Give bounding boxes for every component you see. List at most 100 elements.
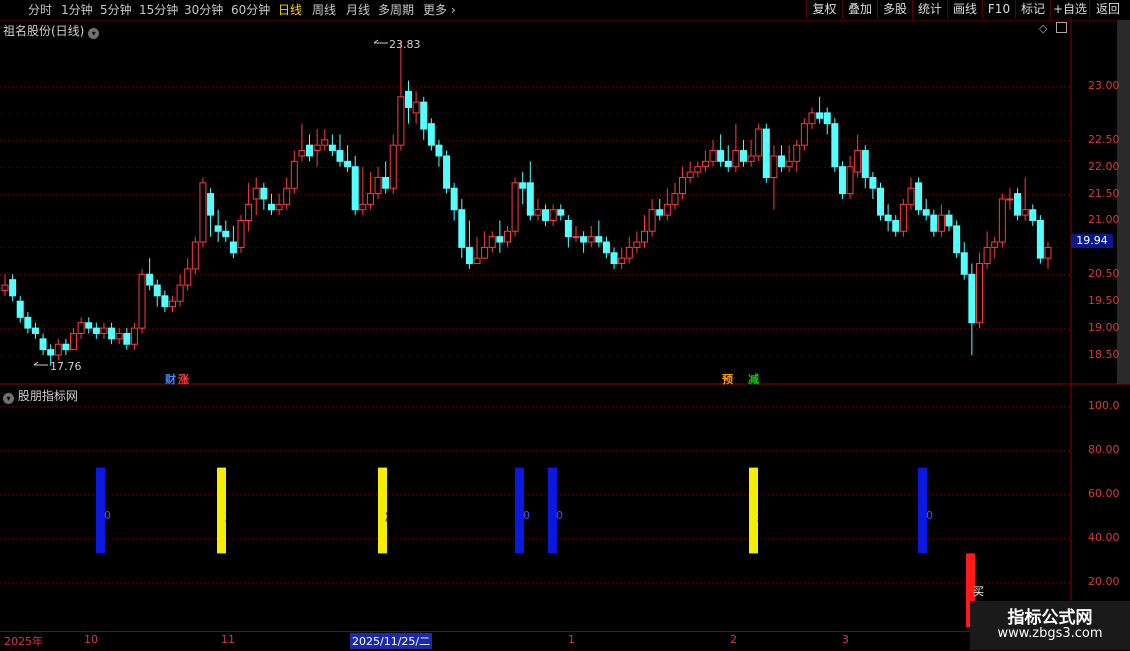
candle bbox=[1044, 242, 1052, 269]
candle bbox=[245, 182, 253, 232]
candle-body bbox=[983, 246, 991, 265]
indicator-panel-title[interactable]: ▾ 股朋指标网 bbox=[3, 387, 78, 404]
main-panel-title[interactable]: 祖名股份(日线) ▾ bbox=[3, 22, 100, 39]
candle bbox=[313, 129, 321, 167]
candle bbox=[252, 177, 260, 216]
candle-body bbox=[724, 160, 732, 168]
candle bbox=[1006, 188, 1014, 210]
candle bbox=[945, 209, 953, 232]
candle-body bbox=[671, 193, 679, 205]
candle-body bbox=[191, 241, 199, 270]
candle-body bbox=[679, 176, 687, 195]
chevron-down-icon[interactable]: ▾ bbox=[3, 393, 14, 404]
candle-body bbox=[336, 150, 344, 162]
candle bbox=[214, 209, 222, 243]
candle-body bbox=[930, 214, 938, 232]
candle-body bbox=[869, 176, 877, 189]
stock-title: 祖名股份(日线) bbox=[3, 24, 85, 38]
ind-bar-label: 减 bbox=[385, 511, 396, 524]
candle-body bbox=[717, 150, 725, 162]
high-annotation bbox=[373, 39, 388, 44]
candle bbox=[785, 145, 793, 173]
diamond-icon[interactable]: ◇ bbox=[1039, 22, 1047, 35]
candle-body bbox=[503, 230, 511, 243]
indicator-bars bbox=[96, 467, 975, 627]
candle bbox=[427, 118, 435, 151]
ind-y-tick-label: 100.0 bbox=[1088, 399, 1120, 412]
candle-body bbox=[937, 214, 945, 232]
candle-body bbox=[85, 322, 93, 329]
window-toggle-icon[interactable] bbox=[1056, 22, 1067, 33]
candle bbox=[24, 311, 32, 334]
cursor-date-label: 2025/11/25/二 bbox=[350, 633, 433, 649]
candle bbox=[85, 317, 93, 334]
candle-body bbox=[39, 338, 47, 351]
candle bbox=[686, 161, 694, 183]
candle bbox=[306, 134, 314, 162]
candle bbox=[991, 236, 999, 259]
candle-body bbox=[739, 150, 747, 162]
ind-bar-label: 0 bbox=[523, 509, 530, 522]
candle-body bbox=[800, 123, 808, 146]
candle bbox=[130, 322, 138, 350]
candle bbox=[648, 198, 656, 237]
candle-body bbox=[648, 209, 656, 232]
candle-body bbox=[47, 349, 55, 356]
date-year-label: 2025年 bbox=[4, 635, 43, 648]
candle-body bbox=[838, 166, 846, 195]
candle bbox=[290, 150, 298, 194]
candle-body bbox=[176, 284, 184, 302]
kline-chart[interactable] bbox=[0, 0, 1130, 631]
marker-finance[interactable]: 财 bbox=[165, 371, 176, 387]
candle-body bbox=[146, 273, 154, 286]
candle-body bbox=[884, 214, 892, 221]
candle bbox=[899, 198, 907, 237]
candle bbox=[366, 172, 374, 210]
candle bbox=[382, 161, 390, 194]
candle bbox=[70, 328, 78, 351]
high-price-label: 23.83 bbox=[389, 38, 421, 51]
indicator-title: 股朋指标网 bbox=[17, 389, 78, 403]
candle bbox=[930, 209, 938, 237]
candle-body bbox=[252, 187, 260, 200]
candle bbox=[816, 96, 824, 124]
chevron-down-icon[interactable]: ▾ bbox=[88, 28, 100, 39]
date-month-label: 11 bbox=[221, 633, 235, 646]
marker-forecast[interactable]: 预 bbox=[722, 371, 733, 387]
candle-body bbox=[785, 160, 793, 168]
candle bbox=[953, 220, 961, 259]
candle-body bbox=[915, 182, 923, 211]
candle bbox=[709, 139, 717, 167]
candle bbox=[800, 118, 808, 151]
date-month-label: 3 bbox=[842, 633, 849, 646]
candles bbox=[1, 41, 1052, 366]
y-tick-label: 21.50 bbox=[1088, 187, 1120, 200]
candle bbox=[275, 193, 283, 216]
candle-body bbox=[1006, 198, 1014, 201]
candle-body bbox=[481, 246, 489, 259]
candle bbox=[481, 231, 489, 259]
candle bbox=[846, 155, 854, 199]
candle bbox=[671, 182, 679, 210]
marker-reduce[interactable]: 减 bbox=[748, 371, 759, 387]
candle-body bbox=[572, 236, 580, 239]
candle bbox=[998, 193, 1006, 248]
candle-body bbox=[62, 343, 70, 351]
candle bbox=[778, 145, 786, 173]
candle-body bbox=[998, 198, 1006, 243]
candle bbox=[717, 134, 725, 167]
date-axis-bar[interactable]: 2025年 10 11 2025/11/25/二 1 2 3 bbox=[0, 631, 1130, 651]
date-month-label: 10 bbox=[84, 633, 98, 646]
candle bbox=[1036, 215, 1044, 264]
indicator-grid bbox=[0, 406, 1071, 583]
candle bbox=[31, 322, 39, 339]
candle-body bbox=[877, 187, 885, 216]
candle bbox=[884, 204, 892, 232]
marker-rise[interactable]: 涨 bbox=[178, 371, 189, 387]
candle bbox=[465, 220, 473, 269]
candle bbox=[542, 204, 550, 226]
candle bbox=[694, 161, 702, 178]
candle-body bbox=[237, 220, 245, 248]
candle bbox=[823, 107, 831, 135]
candle-body bbox=[922, 209, 930, 216]
